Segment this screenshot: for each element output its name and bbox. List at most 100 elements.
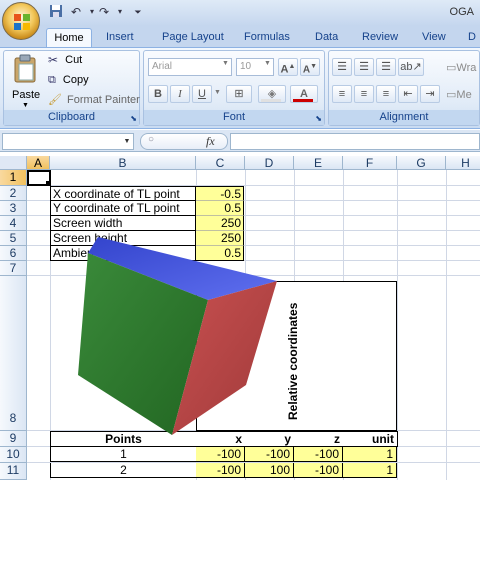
customize-qat-icon[interactable]: ⏷ (130, 4, 146, 20)
align-center-icon[interactable]: ≡ (354, 85, 374, 103)
paste-label: Paste (12, 89, 41, 101)
column-header-d[interactable]: D (245, 156, 294, 170)
save-icon[interactable] (48, 4, 64, 20)
column-header-c[interactable]: C (196, 156, 245, 170)
bold-button[interactable]: B (148, 85, 168, 103)
underline-dropdown-icon[interactable]: ▼ (214, 89, 221, 96)
select-all-corner[interactable] (0, 156, 27, 170)
format-painter-button[interactable]: 🖌 Format Painter (48, 93, 140, 107)
tab-data[interactable]: Data (309, 28, 344, 48)
clipboard-launcher-icon[interactable]: ⬊ (130, 114, 137, 123)
row-header-11[interactable]: 11 (0, 463, 27, 480)
row-header-9[interactable]: 9 (0, 431, 27, 447)
name-box[interactable] (2, 133, 134, 150)
increase-indent-icon[interactable]: ⇥ (420, 85, 440, 103)
gridline (446, 170, 447, 480)
tab-formulas[interactable]: Formulas (238, 28, 296, 48)
tab-page-layout[interactable]: Page Layout (156, 28, 230, 48)
underline-button[interactable]: U (192, 85, 212, 103)
shrink-font-icon[interactable]: A▼ (300, 58, 320, 76)
point-1-z[interactable]: -100 (294, 447, 343, 462)
wrap-text-icon: ▭ (446, 62, 457, 74)
align-left-icon[interactable]: ≡ (332, 85, 352, 103)
office-button[interactable] (2, 2, 40, 40)
point-1-y[interactable]: -100 (245, 447, 294, 462)
format-painter-label: Format Painter (67, 94, 140, 106)
point-1-unit[interactable]: 1 (343, 447, 397, 462)
cut-button[interactable]: ✂ Cut (48, 53, 82, 67)
borders-icon[interactable]: ⊞ (226, 85, 252, 103)
tab-home[interactable]: Home (46, 28, 92, 48)
align-bottom-icon[interactable]: ☰ (376, 58, 396, 76)
copy-button[interactable]: ⧉ Copy (48, 73, 89, 87)
param-label-screen-width[interactable]: Screen width (50, 216, 196, 231)
point-1-label[interactable]: 1 (50, 447, 197, 462)
font-name-dropdown-icon[interactable]: ▼ (222, 60, 229, 67)
column-header-b[interactable]: B (50, 156, 196, 170)
param-label-x-tl[interactable]: X coordinate of TL point (50, 186, 196, 201)
name-box-dropdown-icon[interactable]: ▼ (122, 134, 132, 149)
row-header-3[interactable]: 3 (0, 201, 27, 216)
italic-button[interactable]: I (170, 85, 190, 103)
merge-button[interactable]: ▭Me (446, 88, 472, 102)
param-value-screen-width[interactable]: 250 (196, 216, 244, 231)
table-header-z[interactable]: z (294, 431, 344, 447)
cancel-entry-icon[interactable]: ○ (148, 134, 154, 145)
column-header-f[interactable]: F (343, 156, 397, 170)
tab-review[interactable]: Review (356, 28, 404, 48)
row-header-4[interactable]: 4 (0, 216, 27, 231)
point-2-z[interactable]: -100 (294, 463, 343, 478)
font-name-select[interactable]: Arial (148, 58, 232, 76)
row-header-8[interactable]: 8 (0, 276, 27, 431)
tab-developer[interactable]: D (462, 28, 480, 48)
param-value-x-tl[interactable]: -0.5 (196, 186, 244, 201)
row-header-6[interactable]: 6 (0, 246, 27, 261)
clipboard-group-label: Clipboard (4, 110, 139, 125)
window-title: OGA (449, 6, 474, 18)
table-header-unit[interactable]: unit (343, 431, 398, 447)
point-1-x[interactable]: -100 (196, 447, 245, 462)
column-header-e[interactable]: E (294, 156, 343, 170)
row-header-1[interactable]: 1 (0, 170, 27, 186)
paste-icon (14, 54, 36, 83)
param-label-y-tl[interactable]: Y coordinate of TL point (50, 201, 196, 216)
wrap-text-button[interactable]: ▭Wra (446, 61, 476, 75)
cube-drawing[interactable] (70, 235, 285, 440)
merge-icon: ▭ (446, 89, 457, 101)
column-header-h[interactable]: H (446, 156, 480, 170)
align-top-icon[interactable]: ☰ (332, 58, 352, 76)
row-header-10[interactable]: 10 (0, 447, 27, 463)
row-header-2[interactable]: 2 (0, 186, 27, 201)
redo-dropdown-icon[interactable]: ▾ (112, 4, 128, 20)
redo-icon[interactable]: ↷ (96, 4, 112, 20)
font-size-dropdown-icon[interactable]: ▼ (264, 60, 271, 67)
point-2-y[interactable]: 100 (245, 463, 294, 478)
fill-handle[interactable] (46, 181, 51, 186)
undo-icon[interactable]: ↶ (68, 4, 84, 20)
tab-view[interactable]: View (416, 28, 452, 48)
column-header-g[interactable]: G (397, 156, 446, 170)
point-2-x[interactable]: -100 (196, 463, 245, 478)
decrease-indent-icon[interactable]: ⇤ (398, 85, 418, 103)
align-middle-icon[interactable]: ☰ (354, 58, 374, 76)
paste-button[interactable]: Paste ▼ (8, 54, 42, 112)
row-header-7[interactable]: 7 (0, 261, 27, 276)
point-2-unit[interactable]: 1 (343, 463, 397, 478)
font-group-label: Font (144, 110, 324, 125)
align-right-icon[interactable]: ≡ (376, 85, 396, 103)
insert-function-button[interactable]: fx (206, 134, 215, 149)
relative-coordinates-label: Relative coordinates (286, 302, 300, 420)
row-header-5[interactable]: 5 (0, 231, 27, 246)
param-value-y-tl[interactable]: 0.5 (196, 201, 244, 216)
orientation-icon[interactable]: ab↗ (398, 58, 424, 76)
font-launcher-icon[interactable]: ⬊ (315, 114, 322, 123)
point-2-label[interactable]: 2 (50, 463, 197, 478)
wrap-text-label: Wra (456, 62, 477, 74)
tab-insert[interactable]: Insert (100, 28, 140, 48)
column-header-a[interactable]: A (27, 156, 50, 170)
grow-font-icon[interactable]: A▲ (278, 58, 298, 76)
formula-input[interactable] (230, 133, 480, 150)
office-logo-icon (14, 14, 30, 30)
copy-icon: ⧉ (48, 74, 56, 87)
paintbrush-icon: 🖌 (48, 94, 62, 107)
